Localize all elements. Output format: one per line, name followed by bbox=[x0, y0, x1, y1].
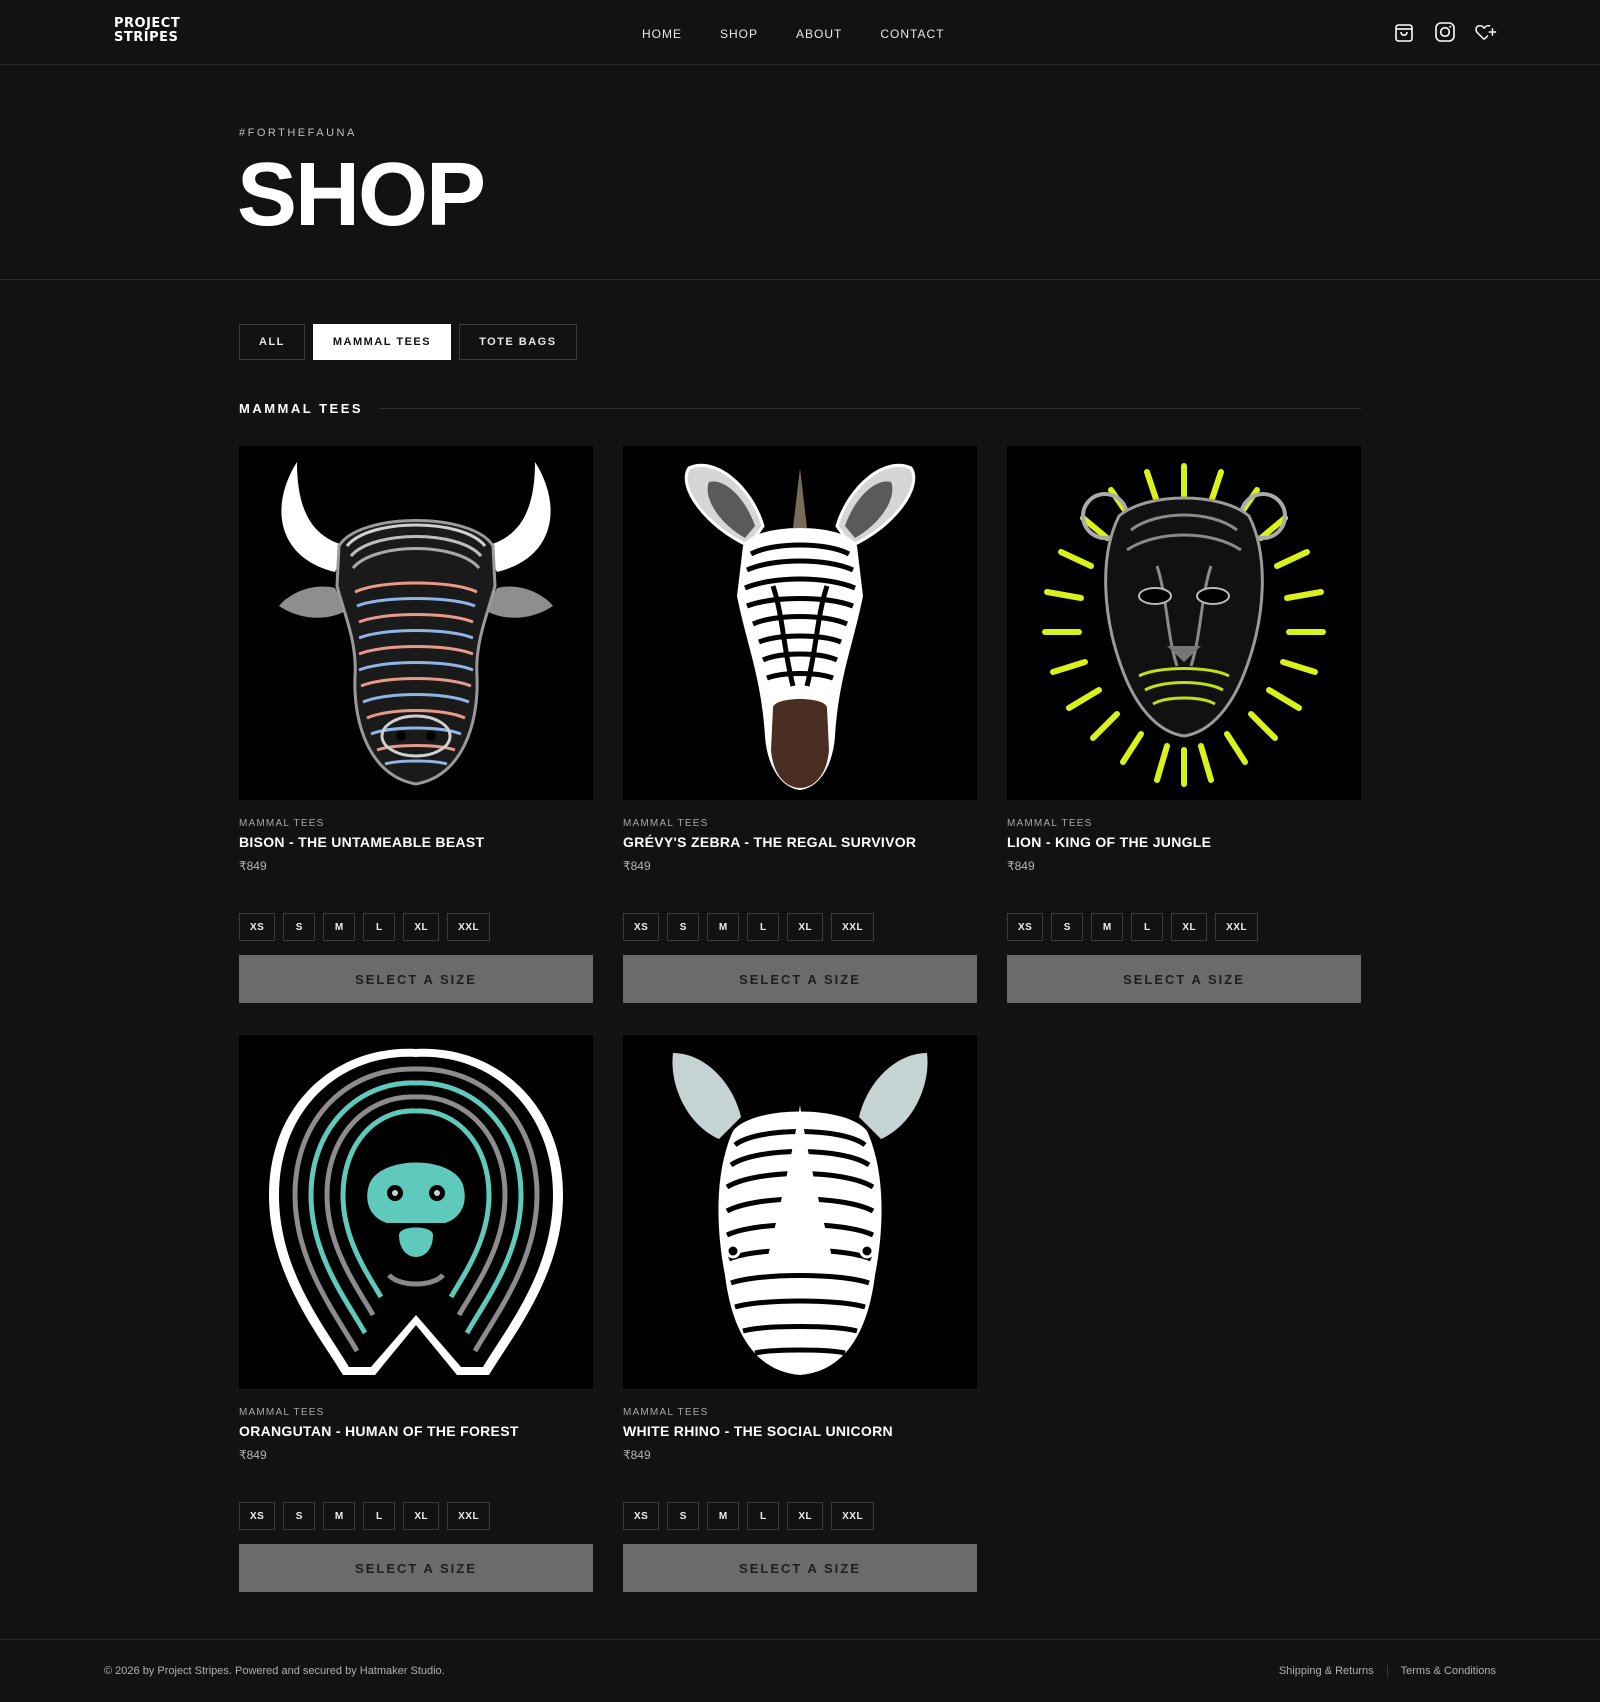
category-filters: ALL MAMMAL TEES TOTE BAGS bbox=[239, 324, 577, 360]
product-category: MAMMAL TEES bbox=[623, 1407, 709, 1418]
size-xs[interactable]: XS bbox=[623, 1502, 660, 1530]
product-category: MAMMAL TEES bbox=[623, 818, 709, 829]
select-size-button[interactable]: SELECT A SIZE bbox=[623, 955, 977, 1003]
filter-mammal-tees[interactable]: MAMMAL TEES bbox=[312, 324, 452, 360]
size-options: XS S M L XL XXL bbox=[623, 1502, 977, 1530]
size-s[interactable]: S bbox=[1051, 913, 1084, 941]
rhino-artwork[interactable] bbox=[623, 1035, 977, 1389]
product-card-zebra: MAMMAL TEES GRÉVY'S ZEBRA - THE REGAL SU… bbox=[623, 446, 977, 1003]
size-xl[interactable]: XL bbox=[1171, 913, 1208, 941]
nav-contact[interactable]: CONTACT bbox=[880, 27, 944, 41]
bison-artwork[interactable] bbox=[239, 446, 593, 800]
select-size-button[interactable]: SELECT A SIZE bbox=[1007, 955, 1361, 1003]
size-xxl[interactable]: XXL bbox=[831, 1502, 875, 1530]
product-category: MAMMAL TEES bbox=[1007, 818, 1093, 829]
size-xs[interactable]: XS bbox=[1007, 913, 1044, 941]
product-name[interactable]: ORANGUTAN - HUMAN OF THE FOREST bbox=[239, 1423, 593, 1439]
lion-artwork[interactable] bbox=[1007, 446, 1361, 800]
size-m[interactable]: M bbox=[323, 913, 356, 941]
product-price: ₹849 bbox=[623, 859, 651, 873]
section-title: MAMMAL TEES bbox=[239, 400, 364, 416]
logo-line1: PROJECT bbox=[114, 16, 181, 31]
size-xs[interactable]: XS bbox=[239, 1502, 276, 1530]
size-xl[interactable]: XL bbox=[787, 1502, 824, 1530]
size-options: XS S M L XL XXL bbox=[239, 913, 593, 941]
heart-plus-icon[interactable] bbox=[1474, 20, 1498, 44]
size-xxl[interactable]: XXL bbox=[447, 1502, 491, 1530]
size-xxl[interactable]: XXL bbox=[447, 913, 491, 941]
zebra-artwork[interactable] bbox=[623, 446, 977, 800]
size-xxl[interactable]: XXL bbox=[1215, 913, 1259, 941]
size-s[interactable]: S bbox=[667, 1502, 700, 1530]
header-icons bbox=[1392, 20, 1498, 44]
shopping-bag-icon[interactable] bbox=[1392, 20, 1416, 44]
hero-hashtag: #FORTHEFAUNA bbox=[239, 127, 357, 139]
size-xxl[interactable]: XXL bbox=[831, 913, 875, 941]
product-category: MAMMAL TEES bbox=[239, 818, 325, 829]
size-xs[interactable]: XS bbox=[623, 913, 660, 941]
product-card-orangutan: MAMMAL TEES ORANGUTAN - HUMAN OF THE FOR… bbox=[239, 1035, 593, 1592]
size-m[interactable]: M bbox=[1091, 913, 1124, 941]
size-options: XS S M L XL XXL bbox=[623, 913, 977, 941]
select-size-button[interactable]: SELECT A SIZE bbox=[239, 1544, 593, 1592]
site-header: PROJECT STRIPES HOME SHOP ABOUT CONTACT bbox=[0, 0, 1600, 65]
logo-line2: STRIPES bbox=[114, 30, 179, 45]
size-m[interactable]: M bbox=[707, 913, 740, 941]
size-s[interactable]: S bbox=[667, 913, 700, 941]
product-name[interactable]: GRÉVY'S ZEBRA - THE REGAL SURVIVOR bbox=[623, 834, 977, 850]
site-footer: © 2026 by Project Stripes. Powered and s… bbox=[0, 1639, 1600, 1702]
nav-shop[interactable]: SHOP bbox=[720, 27, 758, 41]
size-l[interactable]: L bbox=[363, 913, 396, 941]
filter-tote-bags[interactable]: TOTE BAGS bbox=[459, 324, 577, 360]
footer-links: Shipping & Returns Terms & Conditions bbox=[1279, 1665, 1496, 1677]
terms-conditions-link[interactable]: Terms & Conditions bbox=[1401, 1665, 1496, 1677]
main-nav: HOME SHOP ABOUT CONTACT bbox=[642, 27, 982, 41]
product-price: ₹849 bbox=[1007, 859, 1035, 873]
size-options: XS S M L XL XXL bbox=[239, 1502, 593, 1530]
product-card-rhino: MAMMAL TEES WHITE RHINO - THE SOCIAL UNI… bbox=[623, 1035, 977, 1592]
nav-about[interactable]: ABOUT bbox=[796, 27, 842, 41]
footer-separator bbox=[1386, 1665, 1388, 1677]
product-price: ₹849 bbox=[623, 1448, 651, 1462]
product-name[interactable]: WHITE RHINO - THE SOCIAL UNICORN bbox=[623, 1423, 977, 1439]
nav-home[interactable]: HOME bbox=[642, 27, 682, 41]
section-header: MAMMAL TEES bbox=[239, 398, 1361, 418]
size-l[interactable]: L bbox=[1131, 913, 1164, 941]
size-xl[interactable]: XL bbox=[787, 913, 824, 941]
product-name[interactable]: LION - KING OF THE JUNGLE bbox=[1007, 834, 1361, 850]
product-card-bison: MAMMAL TEES BISON - THE UNTAMEABLE BEAST… bbox=[239, 446, 593, 1003]
size-m[interactable]: M bbox=[323, 1502, 356, 1530]
size-options: XS S M L XL XXL bbox=[1007, 913, 1361, 941]
size-xl[interactable]: XL bbox=[403, 1502, 440, 1530]
filter-all[interactable]: ALL bbox=[239, 324, 305, 360]
shipping-returns-link[interactable]: Shipping & Returns bbox=[1279, 1665, 1374, 1677]
size-m[interactable]: M bbox=[707, 1502, 740, 1530]
product-name[interactable]: BISON - THE UNTAMEABLE BEAST bbox=[239, 834, 593, 850]
copyright-text: © 2026 by Project Stripes. Powered and s… bbox=[104, 1665, 445, 1677]
brand-logo[interactable]: PROJECT STRIPES bbox=[114, 17, 180, 45]
size-s[interactable]: S bbox=[283, 913, 316, 941]
page-title: SHOP bbox=[237, 145, 486, 245]
size-l[interactable]: L bbox=[747, 913, 780, 941]
select-size-button[interactable]: SELECT A SIZE bbox=[623, 1544, 977, 1592]
size-l[interactable]: L bbox=[363, 1502, 396, 1530]
section-divider bbox=[379, 407, 1361, 409]
size-xl[interactable]: XL bbox=[403, 913, 440, 941]
product-price: ₹849 bbox=[239, 1448, 267, 1462]
size-l[interactable]: L bbox=[747, 1502, 780, 1530]
size-xs[interactable]: XS bbox=[239, 913, 276, 941]
hero: #FORTHEFAUNA SHOP bbox=[0, 65, 1600, 280]
select-size-button[interactable]: SELECT A SIZE bbox=[239, 955, 593, 1003]
size-s[interactable]: S bbox=[283, 1502, 316, 1530]
orangutan-artwork[interactable] bbox=[239, 1035, 593, 1389]
product-card-lion: MAMMAL TEES LION - KING OF THE JUNGLE ₹8… bbox=[1007, 446, 1361, 1003]
product-price: ₹849 bbox=[239, 859, 267, 873]
instagram-icon[interactable] bbox=[1433, 20, 1457, 44]
product-category: MAMMAL TEES bbox=[239, 1407, 325, 1418]
